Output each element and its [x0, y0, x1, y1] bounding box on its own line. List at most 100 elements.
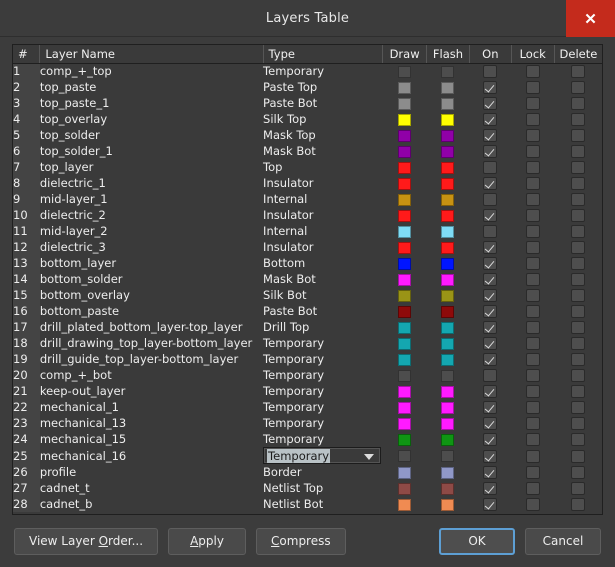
layer-name-cell[interactable]: top_paste	[40, 79, 263, 95]
delete-checkbox-cell[interactable]	[554, 127, 602, 143]
lock-checkbox-cell[interactable]	[511, 335, 554, 351]
flash-color-cell[interactable]	[426, 239, 469, 255]
delete-checkbox[interactable]	[571, 65, 586, 79]
flash-color-cell[interactable]	[426, 319, 469, 335]
on-checkbox-cell[interactable]	[470, 431, 511, 447]
table-row[interactable]: 26 profile Border	[13, 464, 602, 480]
table-row[interactable]: 25 mechanical_16 Temporary	[13, 447, 602, 464]
table-row[interactable]: 19 drill_guide_top_layer-bottom_layer Temp…	[13, 351, 602, 367]
delete-checkbox[interactable]	[571, 289, 586, 302]
on-checkbox[interactable]	[483, 161, 498, 174]
on-checkbox-cell[interactable]	[470, 480, 511, 496]
lock-checkbox-cell[interactable]	[511, 239, 554, 255]
flash-color-swatch[interactable]	[441, 466, 455, 479]
flash-color-cell[interactable]	[426, 63, 469, 79]
table-row[interactable]: 9 mid-layer_1 Internal	[13, 191, 602, 207]
draw-color-cell[interactable]	[383, 335, 426, 351]
flash-color-cell[interactable]	[426, 79, 469, 95]
delete-checkbox[interactable]	[571, 129, 586, 142]
on-checkbox-cell[interactable]	[470, 207, 511, 223]
lock-checkbox-cell[interactable]	[511, 367, 554, 383]
cancel-button[interactable]: Cancel	[525, 527, 601, 555]
layer-type-cell[interactable]: Temporary	[263, 63, 383, 79]
delete-checkbox-cell[interactable]	[554, 303, 602, 319]
lock-checkbox[interactable]	[525, 321, 540, 334]
lock-checkbox-cell[interactable]	[511, 303, 554, 319]
layer-name-cell[interactable]: drill_guide_top_layer-bottom_layer	[40, 351, 263, 367]
draw-color-swatch[interactable]	[398, 145, 412, 158]
delete-checkbox-cell[interactable]	[554, 223, 602, 239]
flash-color-cell[interactable]	[426, 223, 469, 239]
delete-checkbox-cell[interactable]	[554, 239, 602, 255]
table-row[interactable]: 18 drill_drawing_top_layer-bottom_layer Te…	[13, 335, 602, 351]
draw-color-swatch[interactable]	[398, 385, 412, 398]
apply-button[interactable]: Apply	[168, 527, 247, 555]
table-row[interactable]: 24 mechanical_15 Temporary	[13, 431, 602, 447]
draw-color-cell[interactable]	[383, 431, 426, 447]
on-checkbox[interactable]	[483, 241, 498, 254]
table-row[interactable]: 1 comp_+_top Temporary	[13, 63, 602, 79]
flash-color-swatch[interactable]	[441, 353, 455, 366]
delete-checkbox-cell[interactable]	[554, 319, 602, 335]
layer-name-cell[interactable]: top_paste_1	[40, 95, 263, 111]
on-checkbox-cell[interactable]	[470, 111, 511, 127]
delete-checkbox[interactable]	[571, 401, 586, 414]
layer-name-cell[interactable]: dielectric_3	[40, 239, 263, 255]
layer-name-cell[interactable]: top_overlay	[40, 111, 263, 127]
layer-type-cell[interactable]: Internal	[263, 223, 383, 239]
flash-color-cell[interactable]	[426, 335, 469, 351]
flash-color-swatch[interactable]	[441, 225, 455, 238]
table-row[interactable]: 22 mechanical_1 Temporary	[13, 399, 602, 415]
on-checkbox[interactable]	[483, 273, 498, 286]
flash-color-swatch[interactable]	[441, 401, 455, 414]
delete-checkbox[interactable]	[571, 225, 586, 238]
layer-type-cell[interactable]: Drill Top	[263, 319, 383, 335]
delete-checkbox-cell[interactable]	[554, 271, 602, 287]
layer-type-cell[interactable]: Paste Bot	[263, 95, 383, 111]
flash-color-cell[interactable]	[426, 175, 469, 191]
layer-type-cell[interactable]: Internal	[263, 191, 383, 207]
flash-color-cell[interactable]	[426, 159, 469, 175]
lock-checkbox-cell[interactable]	[511, 79, 554, 95]
flash-color-cell[interactable]	[426, 496, 469, 512]
lock-checkbox[interactable]	[525, 177, 540, 190]
on-checkbox-cell[interactable]	[470, 143, 511, 159]
delete-checkbox[interactable]	[571, 97, 586, 110]
on-checkbox-cell[interactable]	[470, 496, 511, 512]
draw-color-cell[interactable]	[383, 271, 426, 287]
flash-color-swatch[interactable]	[441, 369, 455, 382]
lock-checkbox-cell[interactable]	[511, 480, 554, 496]
flash-color-cell[interactable]	[426, 287, 469, 303]
on-checkbox[interactable]	[483, 193, 498, 206]
on-checkbox[interactable]	[483, 177, 498, 190]
on-checkbox-cell[interactable]	[470, 415, 511, 431]
draw-color-cell[interactable]	[383, 111, 426, 127]
delete-checkbox-cell[interactable]	[554, 399, 602, 415]
draw-color-cell[interactable]	[383, 255, 426, 271]
on-checkbox[interactable]	[483, 449, 498, 463]
draw-color-swatch[interactable]	[398, 417, 412, 430]
layer-name-cell[interactable]: comp_+_top	[40, 63, 263, 79]
on-checkbox-cell[interactable]	[470, 303, 511, 319]
flash-color-cell[interactable]	[426, 464, 469, 480]
lock-checkbox-cell[interactable]	[511, 431, 554, 447]
flash-color-swatch[interactable]	[441, 305, 455, 318]
col-header-type[interactable]: Type	[263, 45, 384, 64]
layer-name-cell[interactable]: top_solder	[40, 127, 263, 143]
lock-checkbox[interactable]	[525, 81, 540, 94]
on-checkbox-cell[interactable]	[470, 159, 511, 175]
lock-checkbox[interactable]	[525, 417, 540, 430]
delete-checkbox[interactable]	[571, 305, 586, 318]
delete-checkbox-cell[interactable]	[554, 383, 602, 399]
table-row[interactable]: 8 dielectric_1 Insulator	[13, 175, 602, 191]
lock-checkbox[interactable]	[525, 113, 540, 126]
lock-checkbox[interactable]	[525, 498, 540, 511]
layer-type-cell[interactable]: Border	[263, 464, 383, 480]
delete-checkbox[interactable]	[571, 466, 586, 479]
lock-checkbox-cell[interactable]	[511, 351, 554, 367]
lock-checkbox-cell[interactable]	[511, 383, 554, 399]
draw-color-cell[interactable]	[383, 399, 426, 415]
flash-color-cell[interactable]	[426, 191, 469, 207]
on-checkbox-cell[interactable]	[470, 319, 511, 335]
flash-color-cell[interactable]	[426, 111, 469, 127]
